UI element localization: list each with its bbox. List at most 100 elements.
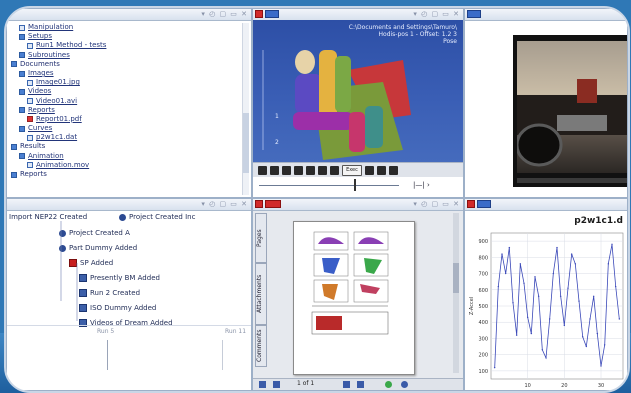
tree-item[interactable]: Results: [11, 142, 247, 151]
prev-page-icon[interactable]: [273, 381, 280, 388]
tree-pane-titlebar: ▾ ◴ ▢ ▭ ✕: [7, 9, 251, 21]
history-node[interactable]: Part Dummy Added: [59, 244, 137, 252]
y-tick-label: 300: [478, 336, 488, 342]
tree-item-label: Curves: [28, 124, 53, 133]
history-node[interactable]: ISO Dummy Added: [79, 304, 156, 312]
data-point: [493, 366, 496, 369]
curve-mode-icon[interactable]: [477, 200, 491, 208]
axis-label: 2: [275, 139, 279, 146]
tree-scroll-thumb[interactable]: [243, 113, 249, 173]
last-frame-icon[interactable]: [330, 165, 339, 175]
x-tick-label: 30: [598, 383, 604, 389]
pane-controls[interactable]: ▾ ◴ ▢ ▭ ✕: [201, 10, 248, 18]
tree-item[interactable]: Run1 Method - tests: [11, 41, 247, 50]
tree-item[interactable]: Curves: [11, 124, 247, 133]
data-point: [589, 318, 591, 320]
tree-item[interactable]: Documents: [11, 60, 247, 69]
tree-item[interactable]: Report01.pdf: [11, 115, 247, 124]
measure-icon[interactable]: [365, 165, 374, 175]
run-label: Run 11: [225, 328, 247, 335]
tree-item[interactable]: p2w1c1.dat: [11, 133, 247, 142]
project-tree-pane: ▾ ◴ ▢ ▭ ✕ Manipulation Setups Run1 Method …: [6, 8, 252, 198]
curve-titlebar: [465, 199, 627, 211]
history-node[interactable]: Run 2 Created: [79, 289, 140, 297]
tab-pages[interactable]: Pages: [255, 213, 267, 263]
flow-header-label: Project Created Inc: [129, 213, 196, 221]
video-progress-bar[interactable]: [517, 178, 627, 183]
tree-item-label: Reports: [20, 170, 47, 178]
data-point: [574, 263, 577, 265]
report-scroll-thumb[interactable]: [453, 263, 459, 293]
first-frame-icon[interactable]: [282, 165, 291, 175]
folder-icon: [11, 61, 17, 68]
print-icon[interactable]: [270, 165, 279, 175]
data-point: [512, 302, 514, 304]
data-point: [614, 285, 617, 288]
tree-item[interactable]: Subroutines: [11, 51, 247, 60]
pane-controls[interactable]: ▾ ◴ ▢ ▭ ✕: [413, 10, 460, 18]
arrow-icon[interactable]: [377, 165, 386, 175]
zoom-out-icon[interactable]: [401, 381, 408, 388]
pane-controls[interactable]: ▾ ◴ ▢ ▭ ✕: [201, 200, 248, 208]
motorcycle-engine: [557, 115, 607, 131]
data-point: [603, 344, 606, 346]
tree-item[interactable]: Animation.mov: [11, 161, 247, 170]
timeline-marker[interactable]: [107, 340, 108, 370]
flow-header-left[interactable]: Import NEP22 Created: [9, 213, 87, 221]
video-player[interactable]: [513, 35, 627, 187]
timeline-thumb[interactable]: [354, 179, 356, 191]
crash-dummy-3d-view[interactable]: C:\Documents and Settings\Tamuro\ Hodis-…: [253, 20, 463, 162]
flow-header-right[interactable]: Project Created Inc: [119, 213, 195, 221]
curve-chart[interactable]: 900 800 700 600 500 400 300 200 100 10 20 30 Z-Accel: [465, 227, 627, 391]
tree-item-label: Reports: [28, 105, 55, 114]
report-mode-icon[interactable]: [265, 200, 281, 208]
dummy-model-render: 1 2: [262, 50, 411, 160]
data-point: [530, 332, 533, 335]
tree-item[interactable]: Videos: [11, 87, 247, 96]
last-page-icon[interactable]: [357, 381, 364, 388]
tree-item[interactable]: Animation: [11, 152, 247, 161]
node-icon: [79, 274, 87, 282]
frame-counter[interactable]: |—| ›: [413, 181, 453, 190]
first-page-icon[interactable]: [259, 381, 266, 388]
tree-item-label: Animation.mov: [36, 160, 90, 169]
zoom-in-icon[interactable]: [385, 381, 392, 388]
history-pane: ▾ ◴ ▢ ▭ ✕ Import NEP22 Created Project C…: [6, 198, 252, 391]
data-point: [504, 272, 507, 275]
pane-controls[interactable]: ▾ ◴ ▢ ▭ ✕: [413, 200, 460, 208]
tree-item[interactable]: Video01.avi: [11, 97, 247, 106]
tree-item[interactable]: Setups: [11, 32, 247, 41]
timeline-slider[interactable]: [259, 179, 399, 191]
tab-attachments[interactable]: Attachments: [255, 263, 267, 325]
camera-icon[interactable]: [258, 165, 267, 175]
tree-item[interactable]: Images: [11, 69, 247, 78]
tab-comments[interactable]: Comments: [255, 325, 267, 367]
report-pane: ▾ ◴ ▢ ▭ ✕ Pages Attachments Comments 1 o…: [252, 198, 464, 391]
tree-item[interactable]: Manipulation: [11, 23, 247, 32]
tree-scrollbar[interactable]: [242, 23, 249, 195]
y-tick-label: 700: [478, 272, 488, 278]
stop-icon[interactable]: [318, 165, 327, 175]
folder-icon: [19, 70, 25, 77]
rewind-icon[interactable]: [294, 165, 303, 175]
tree-item[interactable]: Reports: [11, 170, 247, 179]
history-node[interactable]: Project Created A: [59, 229, 130, 237]
exec-button[interactable]: Exec: [342, 164, 362, 176]
next-page-icon[interactable]: [343, 381, 350, 388]
tree-item[interactable]: Reports: [11, 106, 247, 115]
data-point: [541, 349, 544, 351]
curve-app-icon: [467, 200, 475, 208]
viewer-mode-icon[interactable]: [265, 10, 279, 18]
history-node[interactable]: SP Added: [69, 259, 113, 267]
node-icon: [119, 213, 126, 221]
y-tick-label: 100: [478, 369, 488, 375]
page-indicator[interactable]: 1 of 1: [297, 380, 314, 387]
tree-item-label: Manipulation: [28, 23, 74, 31]
export-icon[interactable]: [389, 165, 398, 175]
play-icon[interactable]: [306, 165, 315, 175]
dummy-head: [295, 50, 315, 74]
history-node[interactable]: Presently BM Added: [79, 274, 160, 282]
timeline-marker[interactable]: [222, 340, 223, 370]
report-scrollbar[interactable]: [453, 213, 459, 373]
tree-item[interactable]: Image01.jpg: [11, 78, 247, 87]
